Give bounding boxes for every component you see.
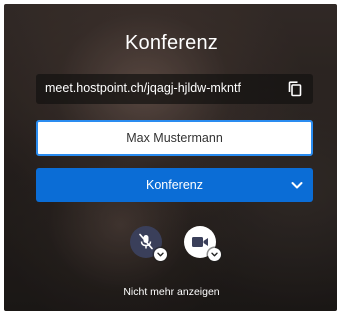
dialog-title: Konferenz xyxy=(125,32,218,54)
copy-url-button[interactable] xyxy=(283,77,307,101)
join-conference-button[interactable]: Konferenz xyxy=(36,168,313,202)
chevron-down-icon[interactable] xyxy=(289,177,305,193)
join-conference-label: Konferenz xyxy=(146,178,203,192)
chevron-down-icon xyxy=(157,252,164,257)
camera-toggle-button[interactable] xyxy=(184,226,221,261)
dont-show-again-link[interactable]: Nicht mehr anzeigen xyxy=(0,286,343,298)
meeting-url-row: meet.hostpoint.ch/jqagj-hjldw-mkntf xyxy=(36,74,313,104)
meeting-url[interactable]: meet.hostpoint.ch/jqagj-hjldw-mkntf xyxy=(45,81,241,95)
microphone-options-button[interactable] xyxy=(154,248,167,261)
microphone-toggle-button[interactable] xyxy=(130,226,167,261)
microphone-muted-icon xyxy=(139,233,153,250)
chevron-down-icon xyxy=(211,252,218,257)
display-name-input[interactable] xyxy=(36,120,313,156)
video-camera-icon xyxy=(192,237,208,247)
camera-options-button[interactable] xyxy=(208,248,221,261)
copy-icon xyxy=(288,81,302,97)
prejoin-screen: Konferenz meet.hostpoint.ch/jqagj-hjldw-… xyxy=(0,0,343,317)
